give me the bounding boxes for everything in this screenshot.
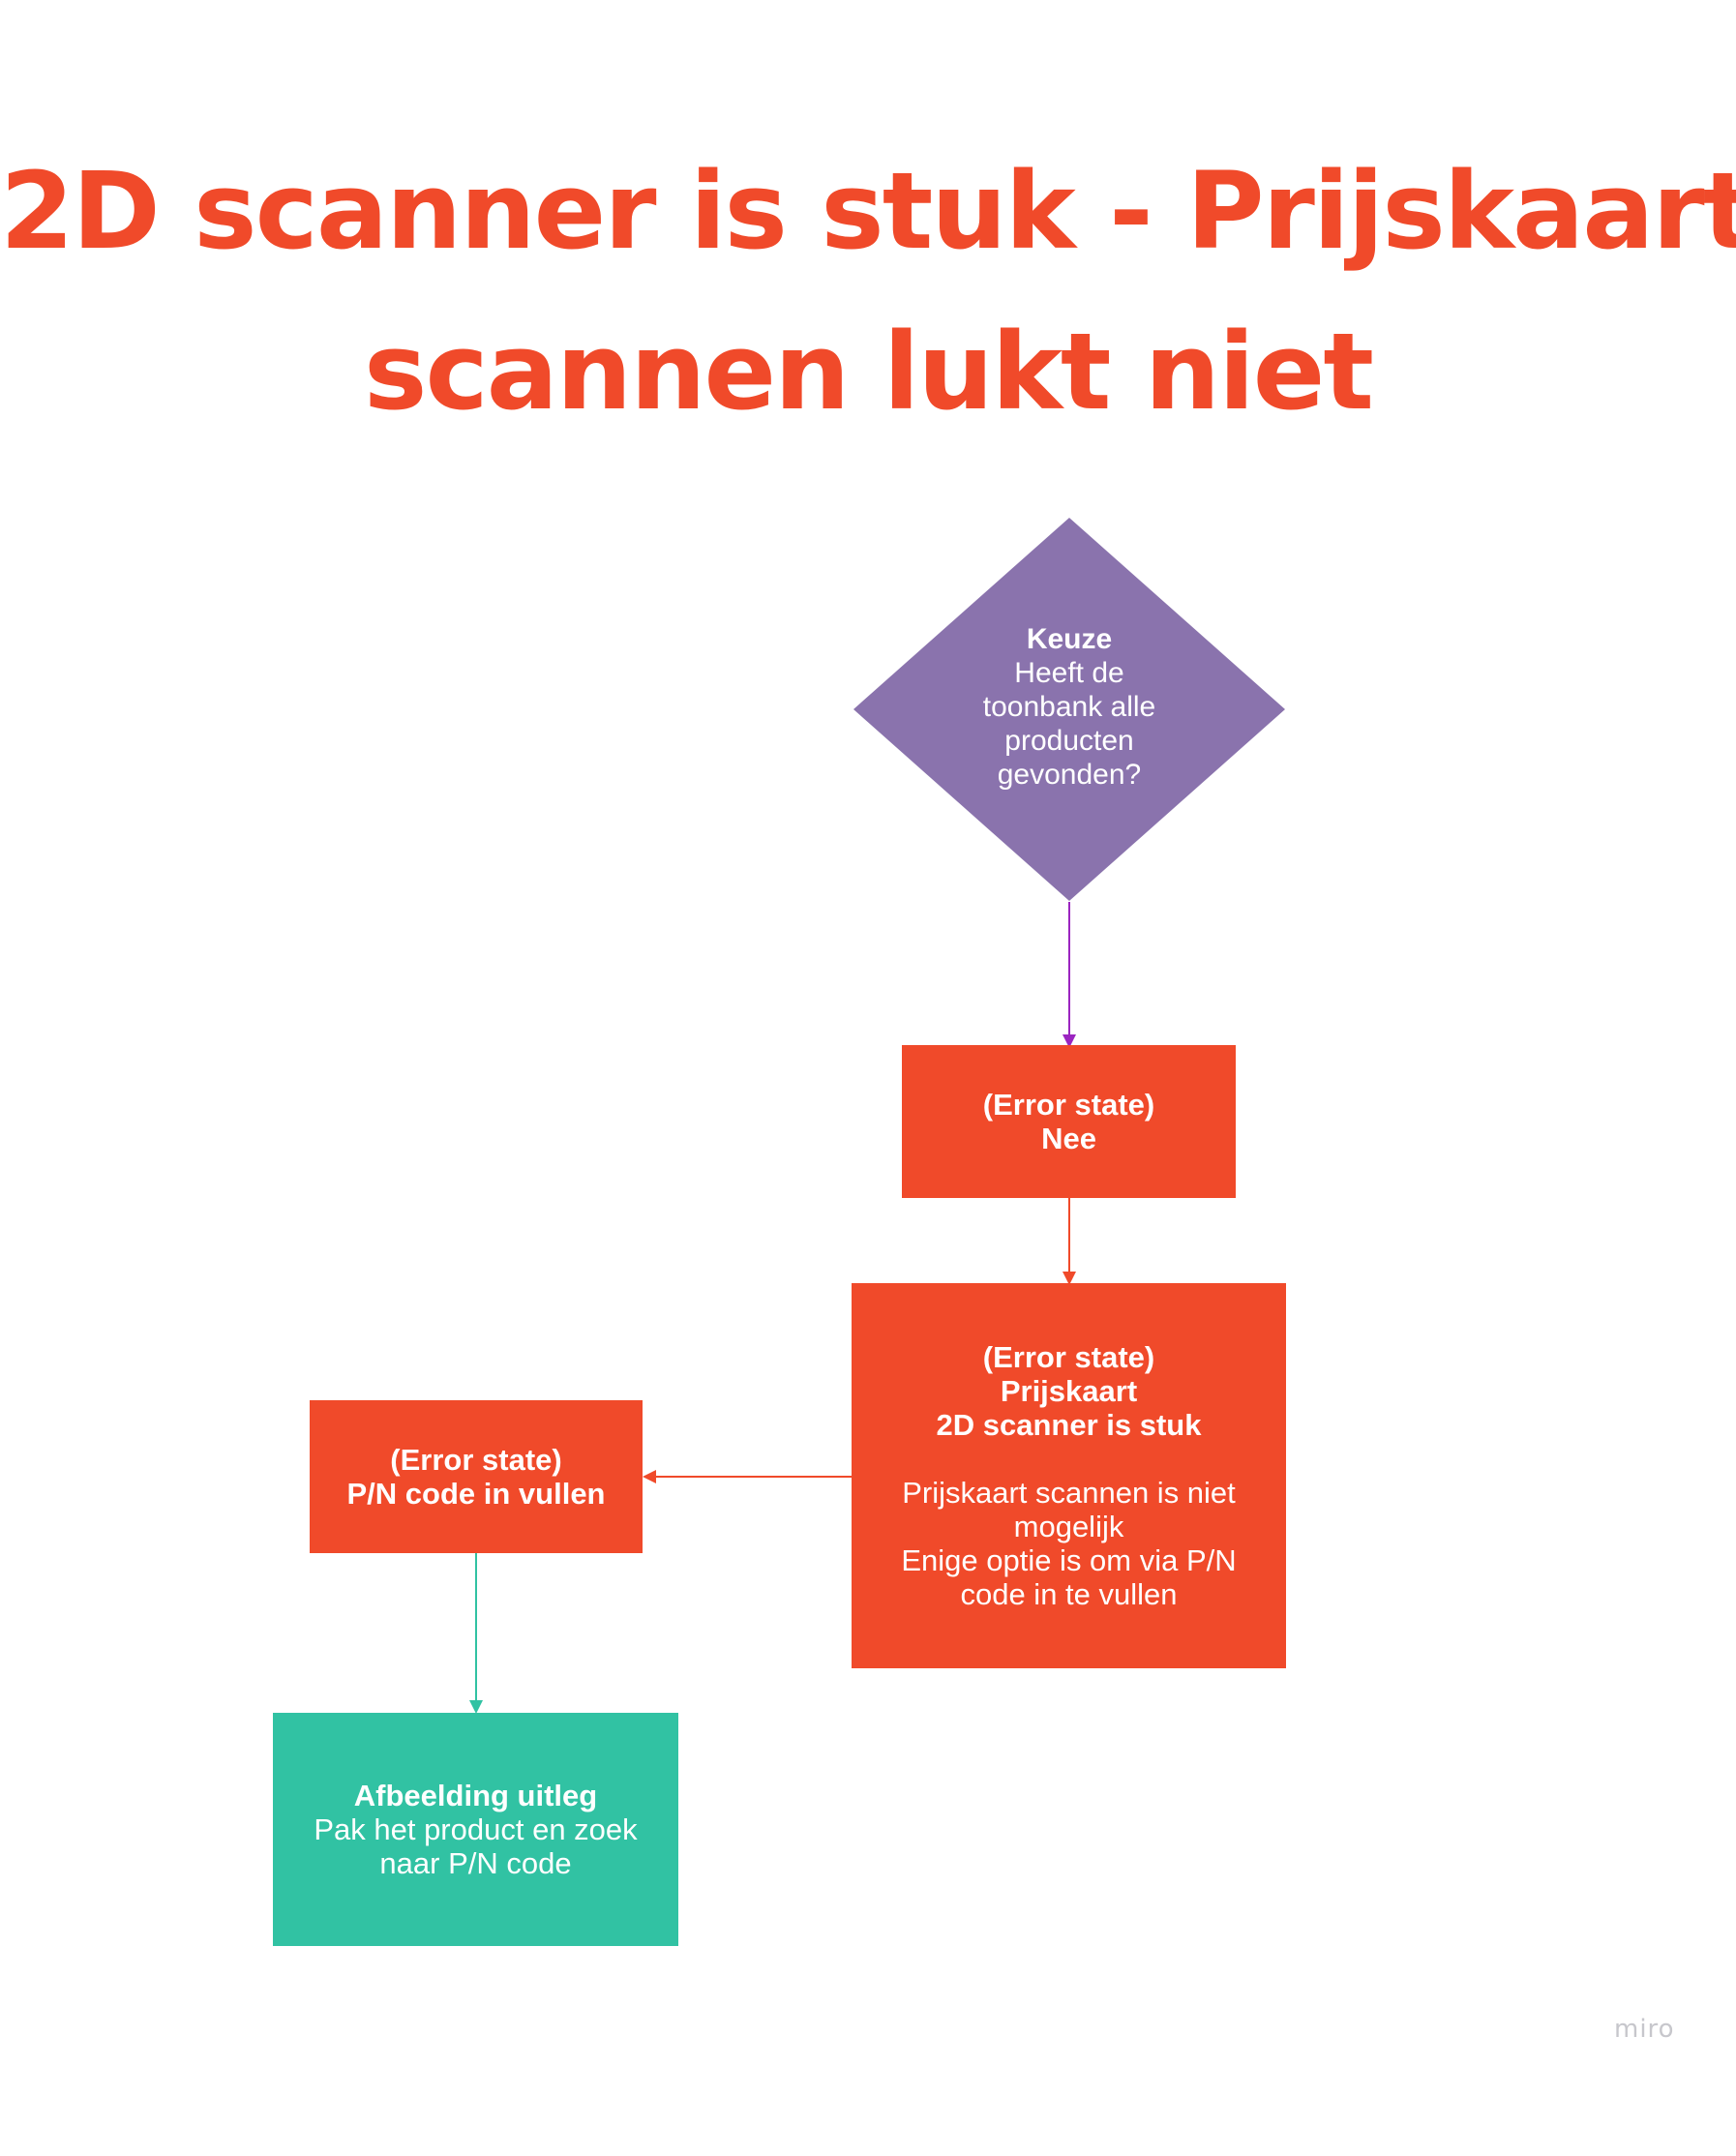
nee-node[interactable]: (Error state) Nee (902, 1045, 1236, 1198)
pn-node[interactable]: (Error state) P/N code in vullen (310, 1400, 643, 1553)
scanner-line-2: Prijskaart (1000, 1374, 1138, 1408)
pn-label: P/N code in vullen (346, 1477, 606, 1511)
decision-line-1: Heeft de (1014, 657, 1124, 689)
decision-line-3: producten (1004, 725, 1134, 757)
nee-label: Nee (1041, 1122, 1096, 1155)
nee-heading: (Error state) (982, 1088, 1155, 1122)
decision-line-2: toonbank alle (982, 691, 1156, 723)
connectors (469, 902, 1076, 1714)
scanner-heading: (Error state) (982, 1340, 1155, 1374)
afbeelding-node[interactable]: Afbeelding uitleg Pak het product en zoe… (273, 1713, 678, 1946)
afbeelding-heading: Afbeelding uitleg (353, 1779, 598, 1812)
decision-text: Keuze Heeft de toonbank alle producten g… (924, 622, 1214, 792)
afbeelding-line-1: Pak het product en zoek (314, 1812, 638, 1846)
scanner-line-3: 2D scanner is stuk (936, 1408, 1202, 1442)
pn-heading: (Error state) (390, 1443, 562, 1477)
decision-line-4: gevonden? (997, 759, 1142, 791)
scanner-body-4: code in te vullen (960, 1577, 1178, 1611)
afbeelding-line-2: naar P/N code (379, 1846, 572, 1880)
miro-watermark: miro (1614, 2015, 1675, 2044)
scanner-body-2: mogelijk (1013, 1510, 1124, 1543)
decision-node[interactable]: Keuze Heeft de toonbank alle producten g… (853, 518, 1285, 901)
scanner-body-3: Enige optie is om via P/N (901, 1543, 1237, 1577)
scanner-node[interactable]: (Error state) Prijskaart 2D scanner is s… (852, 1283, 1286, 1668)
scanner-body-1: Prijskaart scannen is niet (902, 1476, 1236, 1510)
decision-heading: Keuze (1026, 623, 1113, 655)
